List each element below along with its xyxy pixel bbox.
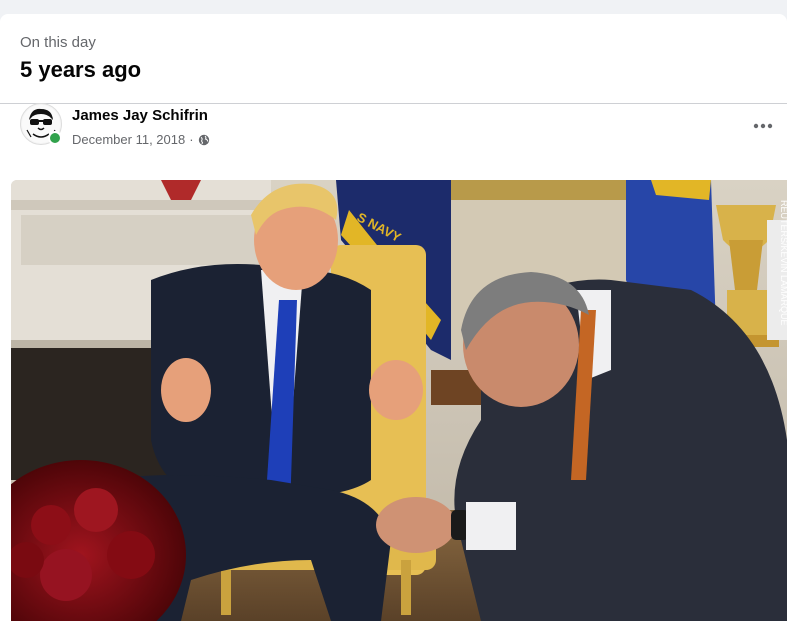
header-divider xyxy=(0,103,787,104)
memories-header: On this day 5 years ago xyxy=(20,34,141,83)
meta-separator: · xyxy=(189,132,194,147)
globe-icon[interactable] xyxy=(198,134,210,146)
memories-section-label: On this day xyxy=(20,34,96,51)
more-options-icon xyxy=(753,123,773,129)
author-avatar[interactable] xyxy=(20,103,62,145)
post-photo-illustration: REUTERS/KEVIN LAMARQUE S NAVY xyxy=(11,180,787,621)
post-date[interactable]: December 11, 2018 xyxy=(72,132,185,147)
more-options-button[interactable] xyxy=(748,116,778,136)
post-author-name[interactable]: James Jay Schifrin xyxy=(72,107,208,124)
post-photo[interactable]: REUTERS/KEVIN LAMARQUE S NAVY xyxy=(11,180,787,621)
post-meta: December 11, 2018 · xyxy=(72,132,210,147)
memories-title: 5 years ago xyxy=(20,57,142,82)
photo-watermark: REUTERS/KEVIN LAMARQUE xyxy=(779,200,787,326)
online-status-dot xyxy=(48,131,62,145)
